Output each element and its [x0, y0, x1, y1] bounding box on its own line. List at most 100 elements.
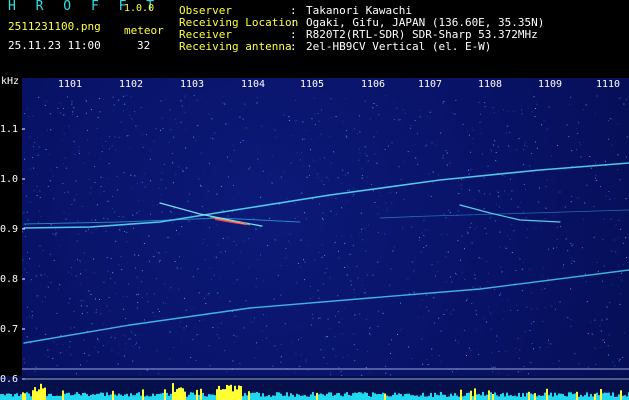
noise-floor-bar [466, 393, 468, 400]
noise-speck [266, 337, 268, 339]
noise-speck [270, 174, 272, 176]
noise-floor-bar [314, 395, 316, 400]
noise-speck [179, 321, 181, 323]
noise-speck [338, 321, 340, 323]
noise-speck [364, 100, 366, 102]
noise-speck [489, 193, 491, 195]
noise-floor-bar [568, 392, 570, 400]
noise-speck [284, 323, 286, 325]
noise-floor-bar [102, 392, 104, 400]
noise-speck [320, 349, 322, 351]
noise-speck [487, 165, 489, 167]
noise-speck [219, 277, 221, 279]
noise-speck [103, 190, 105, 192]
noise-speck [584, 202, 586, 204]
noise-speck [129, 148, 130, 150]
noise-speck [130, 95, 132, 97]
noise-floor-bar [618, 394, 620, 400]
noise-floor-bar [128, 396, 130, 400]
noise-speck [161, 172, 163, 174]
noise-speck [601, 280, 603, 282]
noise-speck [322, 219, 324, 221]
noise-speck [607, 345, 609, 347]
noise-speck [391, 202, 393, 204]
noise-speck [136, 294, 138, 296]
noise-speck [149, 260, 150, 262]
noise-speck [197, 125, 199, 127]
noise-speck [257, 347, 259, 349]
noise-speck [44, 104, 46, 106]
noise-speck [473, 129, 475, 131]
noise-speck [209, 137, 211, 139]
noise-speck [457, 210, 459, 212]
noise-floor-bar [402, 396, 404, 400]
noise-floor-bar [478, 394, 480, 400]
noise-speck [273, 234, 275, 236]
noise-floor-bar [90, 395, 92, 400]
noise-speck [504, 175, 506, 177]
noise-speck [141, 281, 143, 283]
noise-speck [85, 269, 87, 271]
noise-speck [619, 179, 621, 181]
noise-speck [442, 102, 444, 104]
noise-speck [289, 243, 291, 245]
noise-speck [181, 226, 183, 228]
noise-speck [142, 133, 144, 135]
noise-speck [151, 256, 153, 258]
noise-speck [271, 155, 273, 157]
noise-speck [100, 158, 102, 160]
noise-speck [351, 236, 353, 238]
noise-speck [437, 261, 439, 263]
noise-speck [184, 297, 185, 299]
noise-speck [112, 144, 114, 146]
noise-speck [312, 317, 314, 319]
noise-speck [245, 127, 247, 129]
noise-speck [109, 148, 110, 150]
noise-floor-bar [386, 395, 388, 400]
noise-speck [144, 186, 146, 188]
noise-speck [35, 366, 37, 368]
noise-speck [354, 295, 355, 297]
noise-speck [445, 150, 447, 152]
noise-speck [261, 125, 263, 127]
noise-speck [32, 157, 34, 158]
noise-floor-bar [0, 394, 2, 400]
noise-floor-bar [26, 392, 28, 400]
noise-speck [161, 177, 163, 179]
noise-speck [112, 96, 114, 98]
noise-floor-bar [528, 391, 530, 400]
noise-speck [211, 279, 212, 281]
noise-speck [596, 180, 598, 181]
noise-speck [91, 323, 93, 325]
noise-speck [294, 218, 296, 219]
noise-speck [491, 367, 493, 369]
noise-speck [70, 327, 72, 329]
noise-speck [619, 303, 621, 305]
noise-speck [233, 241, 235, 242]
noise-speck [60, 112, 62, 114]
noise-speck [410, 125, 412, 126]
noise-speck [124, 317, 126, 319]
noise-speck [96, 127, 98, 129]
noise-speck [96, 228, 98, 230]
noise-speck [478, 190, 480, 192]
noise-speck [161, 117, 163, 119]
noise-speck [78, 151, 80, 153]
noise-speck [521, 268, 523, 270]
noise-speck [311, 158, 313, 160]
noise-speck [484, 96, 486, 98]
noise-speck [431, 142, 433, 144]
noise-speck [350, 280, 352, 282]
noise-speck [288, 116, 290, 118]
noise-speck [307, 369, 309, 371]
noise-speck [543, 119, 545, 121]
noise-speck [364, 146, 366, 148]
noise-speck [354, 314, 356, 316]
noise-speck [184, 97, 185, 98]
noise-speck [593, 206, 595, 207]
noise-floor-bar [292, 394, 294, 400]
noise-speck [286, 231, 288, 233]
noise-speck [474, 199, 476, 201]
noise-speck [167, 236, 169, 238]
noise-speck [462, 123, 464, 125]
